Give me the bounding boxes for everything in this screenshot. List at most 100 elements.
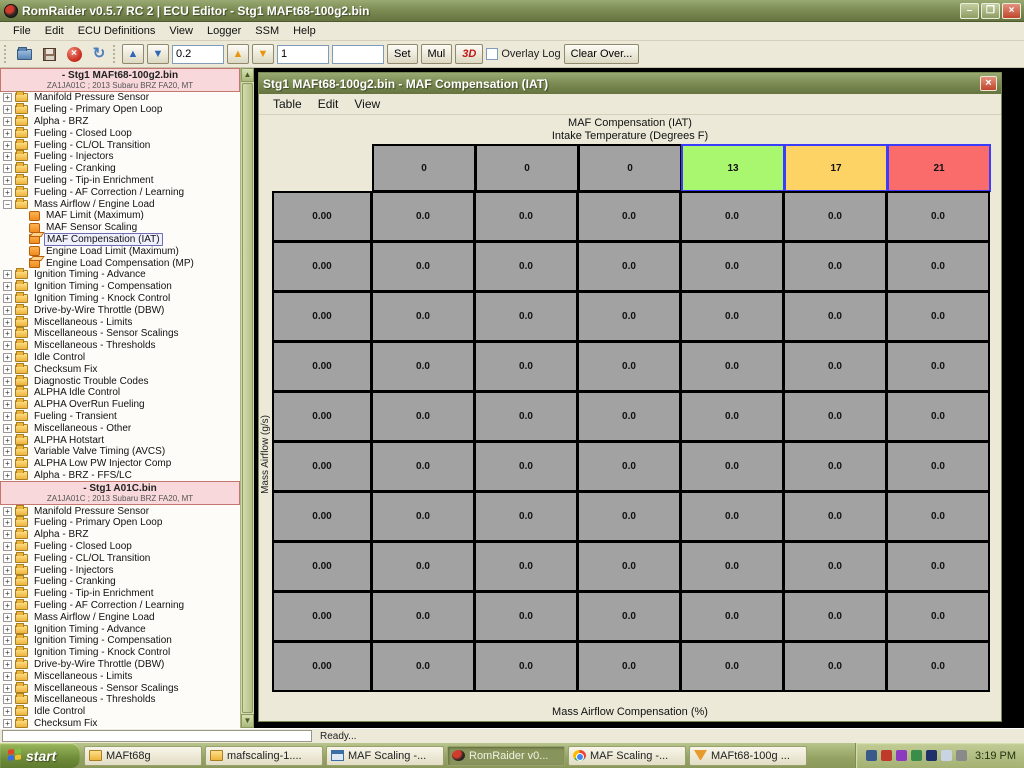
tree-item[interactable]: +Diagnostic Trouble Codes bbox=[0, 375, 240, 387]
data-cell[interactable]: 0.0 bbox=[783, 391, 887, 442]
clear-overlay-button[interactable]: Clear Over... bbox=[564, 44, 640, 64]
tree-item[interactable]: +Ignition Timing - Compensation bbox=[0, 635, 240, 647]
expand-icon[interactable]: + bbox=[3, 530, 12, 539]
editor-menu-item-view[interactable]: View bbox=[346, 95, 388, 113]
column-header-cell[interactable]: 21 bbox=[887, 144, 991, 192]
data-cell[interactable]: 0.0 bbox=[474, 291, 578, 342]
tree-item[interactable]: MAF Compensation (IAT) bbox=[0, 234, 240, 246]
tree-item[interactable]: +Fueling - Primary Open Loop bbox=[0, 517, 240, 529]
data-cell[interactable]: 0.0 bbox=[474, 441, 578, 492]
tree-item[interactable]: +Fueling - Cranking bbox=[0, 576, 240, 588]
tray-icon-7[interactable] bbox=[956, 750, 967, 761]
data-cell[interactable]: 0.0 bbox=[577, 191, 681, 242]
menu-item-ecu-definitions[interactable]: ECU Definitions bbox=[71, 23, 163, 39]
expand-icon[interactable]: + bbox=[3, 436, 12, 445]
data-cell[interactable]: 0.0 bbox=[577, 291, 681, 342]
data-cell[interactable]: 0.0 bbox=[680, 641, 784, 692]
tree-item[interactable]: +Checksum Fix bbox=[0, 718, 240, 728]
column-header-cell[interactable]: 0 bbox=[475, 144, 579, 192]
data-cell[interactable]: 0.0 bbox=[783, 541, 887, 592]
expand-icon[interactable]: + bbox=[3, 152, 12, 161]
expand-icon[interactable]: + bbox=[3, 566, 12, 575]
data-cell[interactable]: 0.0 bbox=[474, 391, 578, 442]
tree-item[interactable]: +Fueling - Closed Loop bbox=[0, 127, 240, 139]
expand-icon[interactable]: + bbox=[3, 318, 12, 327]
expand-icon[interactable]: + bbox=[3, 507, 12, 516]
mul-button[interactable]: Mul bbox=[421, 44, 453, 64]
data-cell[interactable]: 0.0 bbox=[886, 441, 990, 492]
data-cell[interactable]: 0.0 bbox=[680, 541, 784, 592]
expand-icon[interactable]: + bbox=[3, 518, 12, 527]
tree-item[interactable]: +Ignition Timing - Knock Control bbox=[0, 293, 240, 305]
column-header-cell[interactable]: 0 bbox=[372, 144, 476, 192]
data-cell[interactable]: 0.0 bbox=[886, 391, 990, 442]
data-cell[interactable]: 0.0 bbox=[680, 441, 784, 492]
data-cell[interactable]: 0.0 bbox=[371, 591, 475, 642]
tree-item[interactable]: +Fueling - CL/OL Transition bbox=[0, 552, 240, 564]
data-cell[interactable]: 0.0 bbox=[783, 241, 887, 292]
tree-item[interactable]: +ALPHA OverRun Fueling bbox=[0, 399, 240, 411]
taskbar-task[interactable]: MAF Scaling -... bbox=[568, 746, 686, 766]
tree-item[interactable]: +Miscellaneous - Sensor Scalings bbox=[0, 682, 240, 694]
tree-item[interactable]: +Miscellaneous - Sensor Scalings bbox=[0, 328, 240, 340]
expand-icon[interactable]: + bbox=[3, 684, 12, 693]
tree-item[interactable]: +ALPHA Low PW Injector Comp bbox=[0, 458, 240, 470]
expand-icon[interactable]: + bbox=[3, 542, 12, 551]
column-header-cell[interactable]: 13 bbox=[681, 144, 785, 192]
rom2-header[interactable]: - Stg1 A01C.bin ZA1JA01C ; 2013 Subaru B… bbox=[0, 481, 240, 505]
tree-item[interactable]: +Fueling - Injectors bbox=[0, 151, 240, 163]
data-cell[interactable]: 0.0 bbox=[371, 391, 475, 442]
row-header-cell[interactable]: 0.00 bbox=[272, 191, 372, 242]
data-cell[interactable]: 0.0 bbox=[886, 291, 990, 342]
data-cell[interactable]: 0.0 bbox=[577, 641, 681, 692]
row-header-cell[interactable]: 0.00 bbox=[272, 391, 372, 442]
restore-button[interactable]: ❐ bbox=[981, 3, 1000, 19]
expand-icon[interactable]: + bbox=[3, 117, 12, 126]
expand-icon[interactable]: + bbox=[3, 707, 12, 716]
expand-icon[interactable]: + bbox=[3, 105, 12, 114]
data-cell[interactable]: 0.0 bbox=[886, 641, 990, 692]
menu-item-view[interactable]: View bbox=[162, 23, 200, 39]
editor-title-bar[interactable]: Stg1 MAFt68-100g2.bin - MAF Compensation… bbox=[259, 73, 1001, 94]
decrease-fine-button[interactable]: ▼ bbox=[147, 44, 169, 64]
tree-item[interactable]: +Ignition Timing - Knock Control bbox=[0, 647, 240, 659]
expand-icon[interactable]: + bbox=[3, 400, 12, 409]
row-header-cell[interactable]: 0.00 bbox=[272, 441, 372, 492]
data-cell[interactable]: 0.0 bbox=[783, 591, 887, 642]
expand-icon[interactable]: + bbox=[3, 412, 12, 421]
tree-item[interactable]: +Fueling - Closed Loop bbox=[0, 541, 240, 553]
open-image-button[interactable] bbox=[13, 44, 35, 64]
expand-icon[interactable]: + bbox=[3, 648, 12, 657]
tray-icon-3[interactable] bbox=[896, 750, 907, 761]
data-cell[interactable]: 0.0 bbox=[680, 491, 784, 542]
data-cell[interactable]: 0.0 bbox=[783, 491, 887, 542]
data-cell[interactable]: 0.0 bbox=[577, 441, 681, 492]
data-cell[interactable]: 0.0 bbox=[783, 291, 887, 342]
expand-icon[interactable]: + bbox=[3, 672, 12, 681]
data-cell[interactable]: 0.0 bbox=[577, 541, 681, 592]
menu-item-edit[interactable]: Edit bbox=[38, 23, 71, 39]
tree-item[interactable]: +Mass Airflow / Engine Load bbox=[0, 611, 240, 623]
data-cell[interactable]: 0.0 bbox=[371, 291, 475, 342]
status-input[interactable] bbox=[2, 730, 312, 742]
data-cell[interactable]: 0.0 bbox=[886, 191, 990, 242]
tree-item[interactable]: +Idle Control bbox=[0, 706, 240, 718]
row-header-cell[interactable]: 0.00 bbox=[272, 291, 372, 342]
tree-item[interactable]: −Mass Airflow / Engine Load bbox=[0, 198, 240, 210]
tray-icon-6[interactable] bbox=[941, 750, 952, 761]
data-cell[interactable]: 0.0 bbox=[783, 441, 887, 492]
tree-item[interactable]: +Fueling - Tip-in Enrichment bbox=[0, 588, 240, 600]
expand-icon[interactable]: + bbox=[3, 636, 12, 645]
collapse-icon[interactable]: − bbox=[3, 200, 12, 209]
set-button[interactable]: Set bbox=[387, 44, 418, 64]
data-cell[interactable]: 0.0 bbox=[577, 591, 681, 642]
row-header-cell[interactable]: 0.00 bbox=[272, 591, 372, 642]
data-cell[interactable]: 0.0 bbox=[577, 391, 681, 442]
data-cell[interactable]: 0.0 bbox=[886, 341, 990, 392]
tree-item[interactable]: +Checksum Fix bbox=[0, 363, 240, 375]
expand-icon[interactable]: + bbox=[3, 188, 12, 197]
increase-coarse-button[interactable]: ▲ bbox=[227, 44, 249, 64]
expand-icon[interactable]: + bbox=[3, 554, 12, 563]
data-cell[interactable]: 0.0 bbox=[680, 591, 784, 642]
tree-item[interactable]: +Variable Valve Timing (AVCS) bbox=[0, 446, 240, 458]
